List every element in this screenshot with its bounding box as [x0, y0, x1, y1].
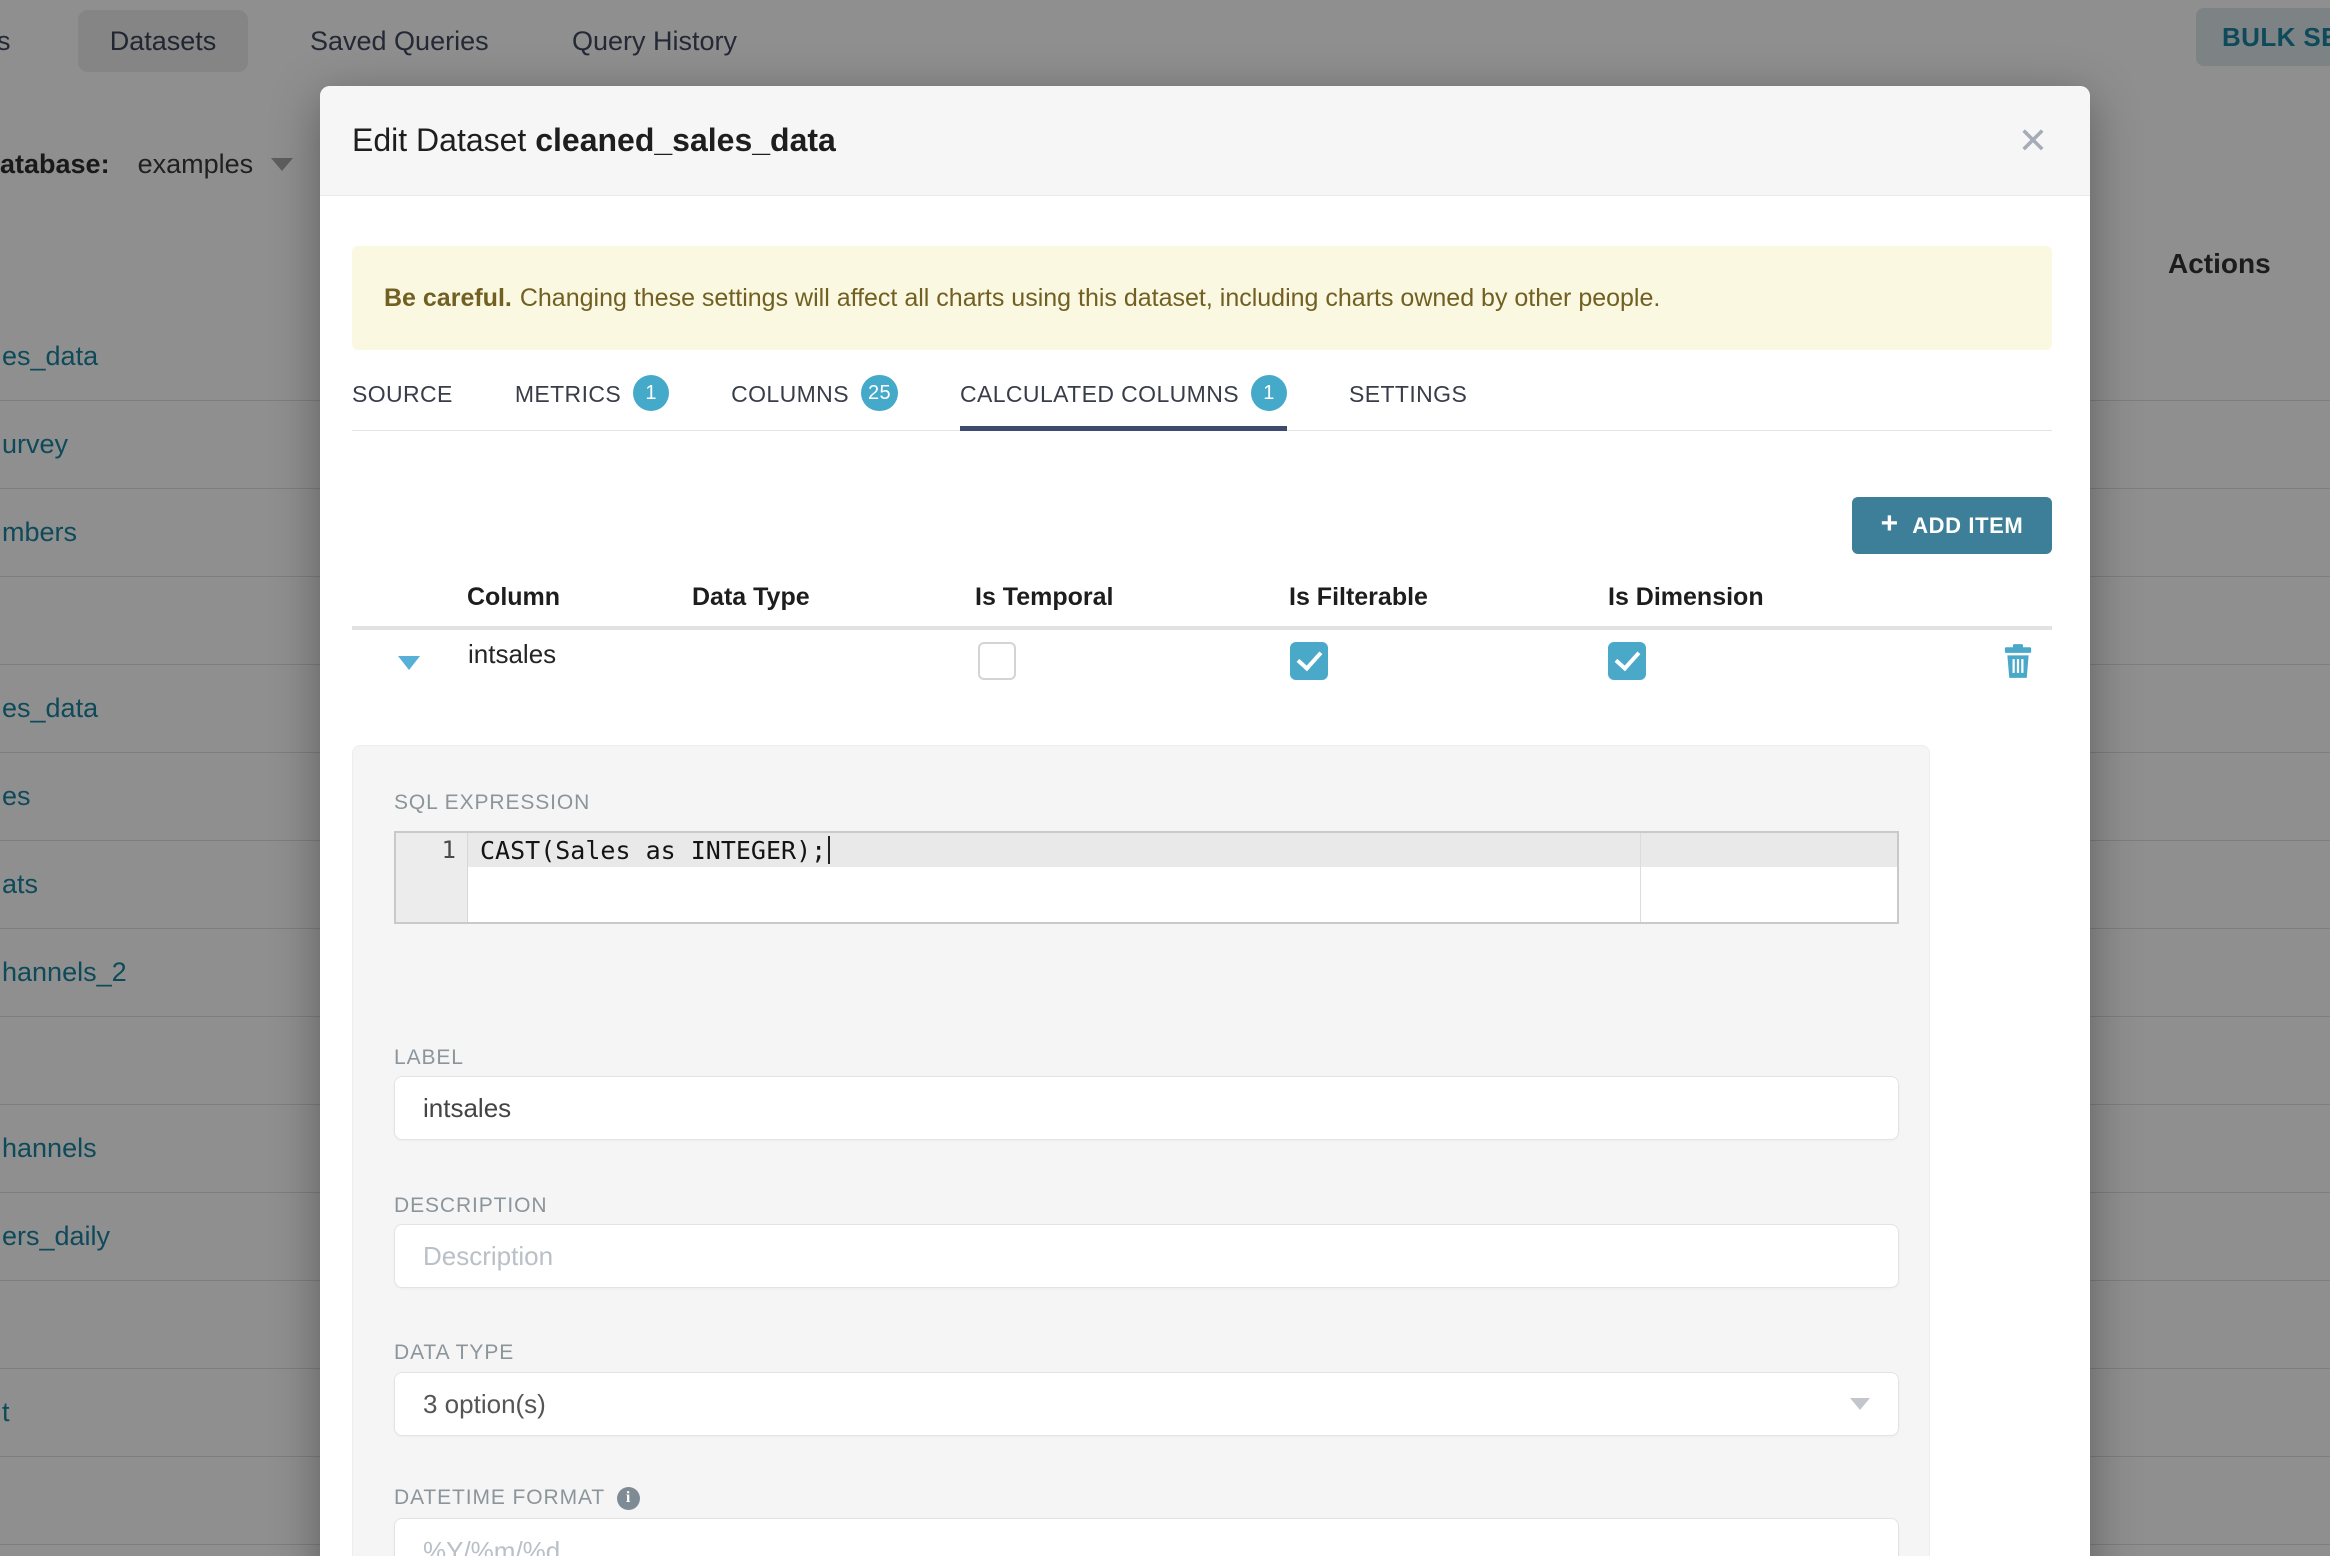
calculated-column-detail-panel: SQL EXPRESSION 1 CAST(Sales as INTEGER);… [352, 745, 1930, 1556]
warning-banner: Be careful. Changing these settings will … [352, 246, 2052, 350]
columns-count-badge: 25 [860, 375, 898, 411]
datetime-format-placeholder: %Y/%m/%d [423, 1535, 561, 1556]
description-placeholder: Description [423, 1240, 554, 1271]
tab-columns[interactable]: COLUMNS 25 [731, 375, 898, 430]
chevron-down-icon [1850, 1398, 1870, 1410]
warning-bold: Be careful. [384, 283, 512, 312]
warning-banner-text: Be careful. Changing these settings will … [384, 284, 1660, 313]
tab-label: SOURCE [352, 381, 453, 407]
column-header-data-type: Data Type [692, 583, 810, 611]
datasets-page: es Datasets Saved Queries Query History … [0, 0, 2330, 1556]
delete-trash-icon[interactable] [2003, 644, 2033, 683]
metrics-count-badge: 1 [633, 375, 670, 411]
warning-body: Changing these settings will affect all … [519, 283, 1661, 312]
label-input[interactable]: intsales [394, 1076, 1899, 1140]
datetime-format-field-label: DATETIME FORMAT i [394, 1486, 641, 1510]
sql-expression-label: SQL EXPRESSION [394, 791, 591, 814]
description-field-label: DESCRIPTION [394, 1194, 548, 1217]
tab-label: COLUMNS [731, 381, 849, 407]
tab-label: METRICS [514, 381, 622, 407]
tab-source[interactable]: SOURCE [352, 381, 453, 430]
checkbox-is-dimension[interactable] [1608, 642, 1646, 680]
label-field-label: LABEL [394, 1046, 464, 1069]
datetime-format-input[interactable]: %Y/%m/%d [394, 1518, 1899, 1556]
sql-code: CAST(Sales as INTEGER); [480, 836, 827, 865]
modal-header: Edit Dataset cleaned_sales_data ✕ [320, 86, 2090, 196]
description-input[interactable]: Description [394, 1224, 1899, 1288]
tab-label: SETTINGS [1348, 381, 1468, 407]
add-item-label: ADD ITEM [1912, 512, 2024, 538]
editor-line-number: 1 [441, 836, 456, 864]
data-type-select[interactable]: 3 option(s) [394, 1372, 1899, 1436]
tab-label: CALCULATED COLUMNS [959, 381, 1239, 407]
sql-expression-editor[interactable]: 1 CAST(Sales as INTEGER); [394, 831, 1899, 924]
add-item-button[interactable]: + ADD ITEM [1852, 497, 2052, 554]
datetime-format-label-text: DATETIME FORMAT [394, 1486, 606, 1509]
tab-calculated-columns[interactable]: CALCULATED COLUMNS 1 [959, 375, 1287, 431]
modal-tabbar: SOURCE METRICS 1 COLUMNS 25 CALCULATED C… [352, 375, 2052, 431]
tab-settings[interactable]: SETTINGS [1349, 381, 1467, 430]
collapse-caret-icon[interactable] [398, 656, 420, 670]
checkbox-is-temporal[interactable] [978, 642, 1016, 680]
modal-title-prefix: Edit Dataset [352, 122, 527, 158]
edit-dataset-modal: Edit Dataset cleaned_sales_data ✕ Be car… [320, 86, 2090, 1556]
label-input-value: intsales [423, 1092, 512, 1123]
text-cursor [828, 836, 831, 864]
tab-metrics[interactable]: METRICS 1 [514, 375, 670, 430]
table-header-divider [352, 626, 2052, 630]
calculated-column-name: intsales [468, 639, 557, 669]
modal-title-dataset-name: cleaned_sales_data [535, 122, 836, 158]
column-header-is-temporal: Is Temporal [975, 583, 1114, 611]
column-header-is-filterable: Is Filterable [1289, 583, 1428, 611]
data-type-field-label: DATA TYPE [394, 1341, 515, 1364]
data-type-value: 3 option(s) [423, 1388, 546, 1419]
active-tab-underline [959, 426, 1287, 431]
plus-icon: + [1880, 507, 1899, 540]
modal-title: Edit Dataset cleaned_sales_data [352, 122, 836, 159]
sql-code-text: CAST(Sales as INTEGER); [480, 836, 831, 865]
close-icon[interactable]: ✕ [2018, 122, 2048, 159]
checkbox-is-filterable[interactable] [1290, 642, 1328, 680]
info-icon[interactable]: i [617, 1486, 641, 1510]
column-header-column: Column [467, 583, 561, 611]
column-header-is-dimension: Is Dimension [1608, 583, 1764, 611]
editor-print-margin [1640, 833, 1641, 922]
calculated-columns-count-badge: 1 [1250, 375, 1287, 411]
